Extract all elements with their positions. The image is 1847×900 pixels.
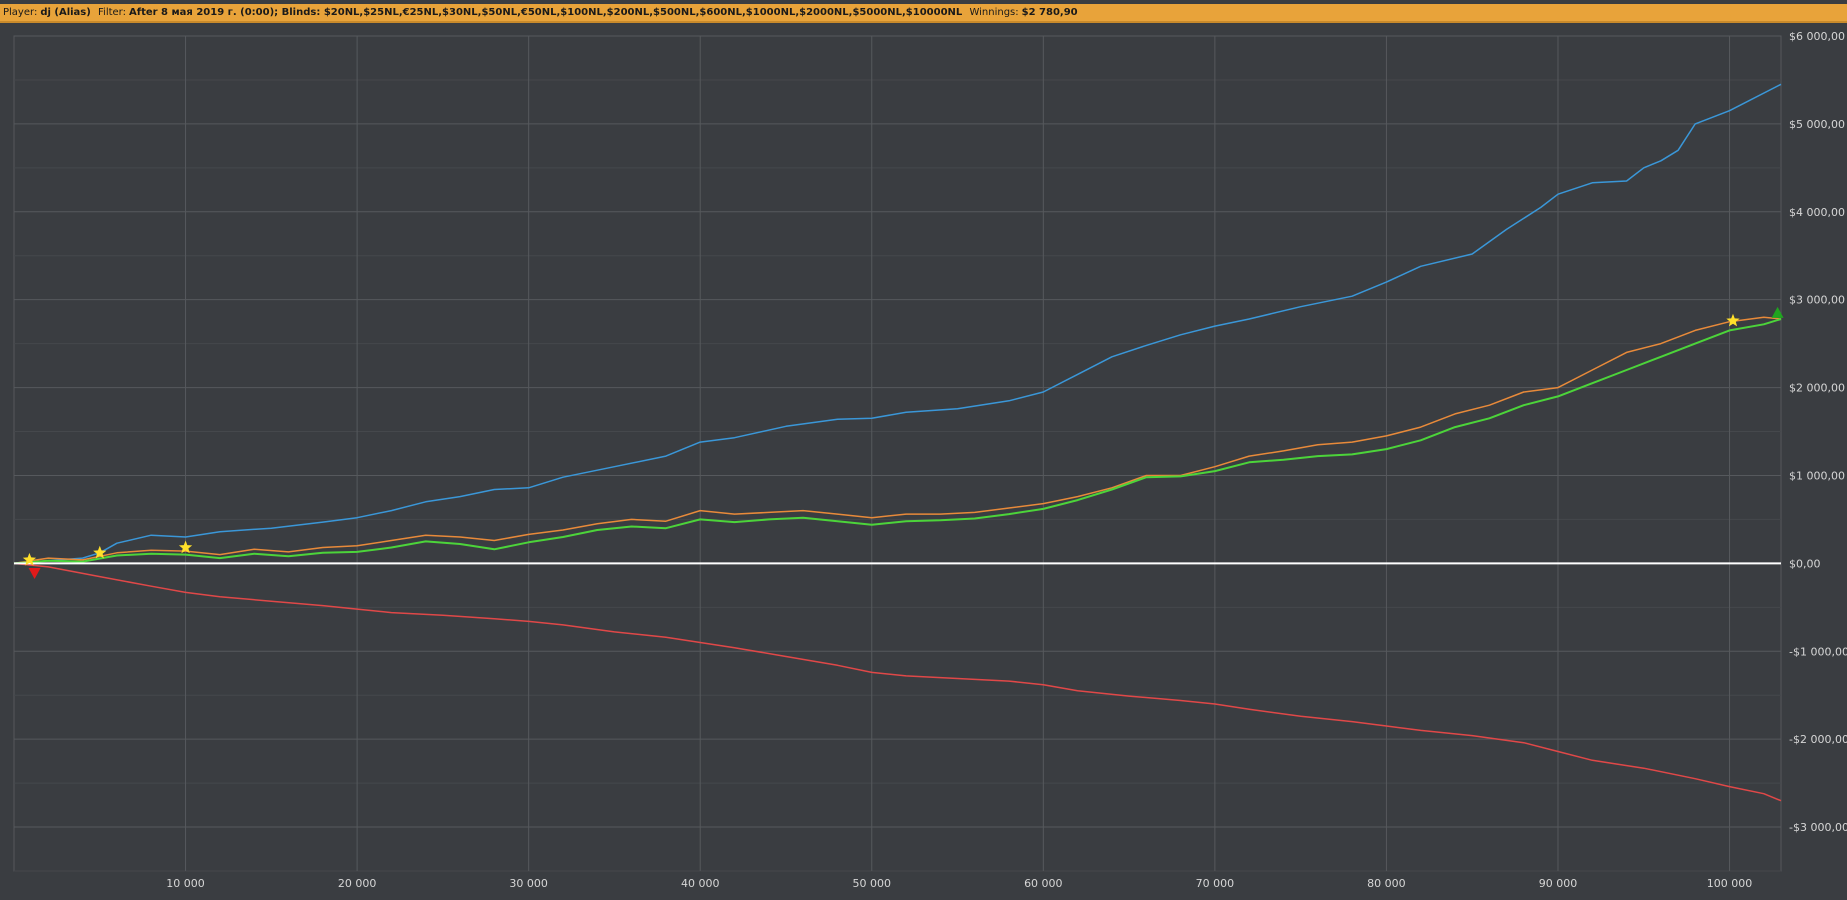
player-label: Player:	[3, 7, 38, 18]
x-tick-label: 50 000	[853, 877, 892, 890]
x-tick-label: 30 000	[509, 877, 548, 890]
x-tick-label: 40 000	[681, 877, 720, 890]
y-tick-label: $3 000,00	[1789, 294, 1845, 307]
y-tick-label: $4 000,00	[1789, 206, 1845, 219]
x-tick-label: 20 000	[338, 877, 377, 890]
plot-area	[13, 35, 1782, 872]
y-tick-label: $2 000,00	[1789, 382, 1845, 395]
filter-value: After 8 мая 2019 г. (0:00); Blinds: $20N…	[128, 7, 963, 18]
filter-header: Player: dj (Alias) Filter: After 8 мая 201…	[0, 4, 1847, 23]
x-tick-label: 100 000	[1707, 877, 1753, 890]
y-tick-label: $6 000,00	[1789, 30, 1845, 43]
player-value: dj (Alias)	[40, 7, 91, 18]
x-tick-label: 70 000	[1196, 877, 1235, 890]
x-tick-label: 10 000	[166, 877, 205, 890]
x-tick-label: 80 000	[1367, 877, 1406, 890]
y-tick-label: -$2 000,00	[1789, 733, 1847, 746]
y-tick-label: -$3 000,00	[1789, 821, 1847, 834]
x-tick-label: 60 000	[1024, 877, 1063, 890]
winnings-value: $2 780,90	[1021, 7, 1078, 18]
y-tick-label: $0,00	[1789, 557, 1821, 570]
chart-svg: $6 000,00 $5 000,00 $4 000,00 $3 000,00 $2 0…	[13, 30, 1847, 890]
filter-label: Filter:	[98, 7, 126, 18]
y-tick-label: $5 000,00	[1789, 118, 1845, 131]
winnings-label: Winnings:	[969, 7, 1019, 18]
y-tick-label: -$1 000,00	[1789, 645, 1847, 658]
winnings-chart: $6 000,00 $5 000,00 $4 000,00 $3 000,00 $2 0…	[0, 23, 1847, 896]
y-tick-label: $1 000,00	[1789, 469, 1845, 482]
x-tick-label: 90 000	[1539, 877, 1578, 890]
